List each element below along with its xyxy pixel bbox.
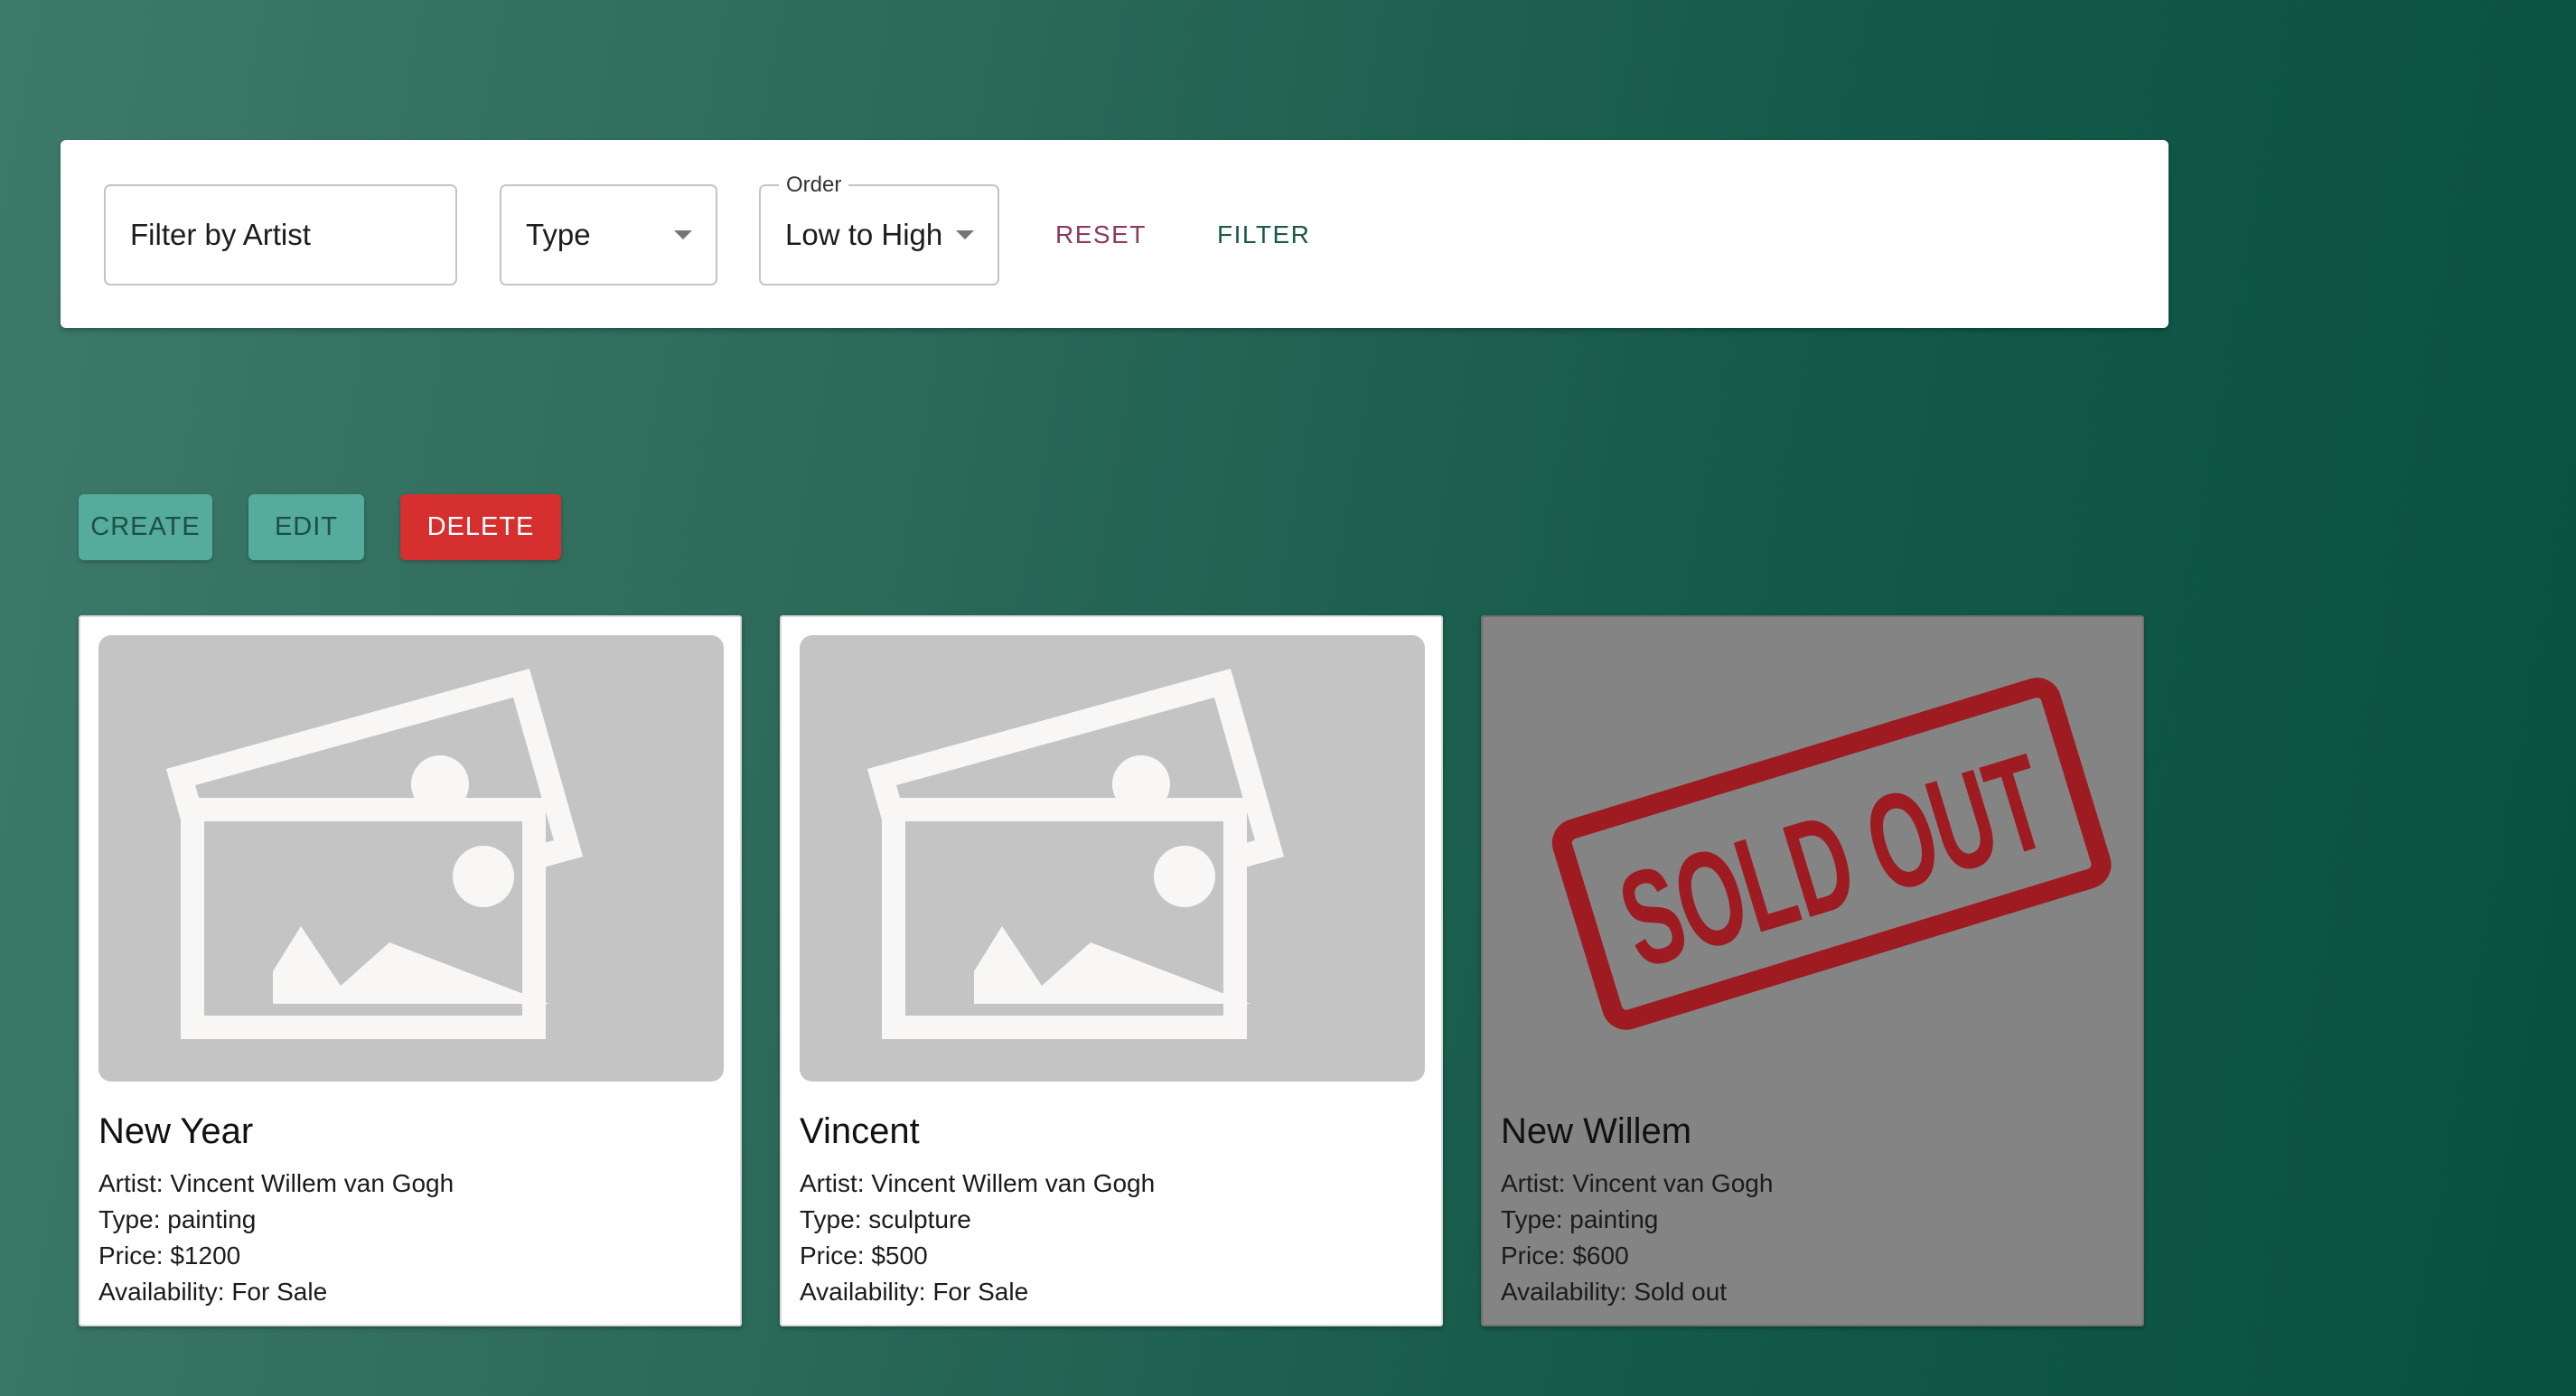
artwork-availability: Availability: For Sale — [98, 1278, 328, 1306]
reset-button[interactable]: RESET — [1055, 212, 1147, 258]
artwork-availability: Availability: For Sale — [800, 1278, 1029, 1306]
artwork-image — [800, 635, 1425, 1082]
artwork-title: Vincent — [800, 1111, 920, 1151]
artwork-card[interactable]: Vincent Artist: Vincent Willem van Gogh … — [780, 615, 1443, 1326]
edit-button[interactable]: EDIT — [248, 494, 364, 560]
artwork-title: New Year — [98, 1111, 254, 1151]
filter-button[interactable]: FILTER — [1217, 212, 1310, 258]
artwork-price: Price: $500 — [800, 1241, 928, 1270]
artwork-artist: Artist: Vincent van Gogh — [1501, 1169, 1774, 1197]
sold-out-image: SOLD OUT — [1501, 635, 2126, 1082]
chevron-down-icon — [956, 230, 974, 239]
artwork-title: New Willem — [1501, 1111, 1692, 1151]
artwork-artist: Artist: Vincent Willem van Gogh — [800, 1169, 1156, 1197]
sold-out-stamp: SOLD OUT — [1551, 678, 2112, 1030]
order-select-legend: Order — [779, 173, 849, 198]
order-select-value: Low to High — [785, 218, 943, 251]
artwork-type: Type: painting — [98, 1205, 257, 1233]
artwork-type: Type: sculpture — [800, 1205, 971, 1233]
artwork-artist: Artist: Vincent Willem van Gogh — [98, 1169, 454, 1197]
type-select-label: Type — [526, 218, 591, 251]
filter-bar: Filter by Artist Type Order Low to High … — [61, 140, 2169, 328]
artwork-price: Price: $600 — [1501, 1241, 1629, 1270]
artwork-type: Type: painting — [1501, 1205, 1659, 1233]
artwork-card[interactable]: New Year Artist: Vincent Willem van Gogh… — [79, 615, 742, 1326]
artwork-price: Price: $1200 — [98, 1241, 241, 1270]
image-placeholder-icon — [866, 669, 1285, 1039]
image-placeholder-icon — [165, 669, 584, 1039]
artwork-card-sold-out[interactable]: SOLD OUT New Willem Artist: Vincent van … — [1481, 615, 2144, 1326]
order-select[interactable]: Order Low to High — [759, 173, 999, 286]
artist-filter-input[interactable]: Filter by Artist — [104, 184, 457, 286]
delete-button[interactable]: DELETE — [400, 494, 561, 560]
chevron-down-icon — [674, 230, 692, 239]
artist-filter-placeholder: Filter by Artist — [130, 218, 311, 251]
artwork-availability: Availability: Sold out — [1501, 1278, 1728, 1306]
artwork-image — [98, 635, 724, 1082]
type-select[interactable]: Type — [500, 184, 717, 286]
create-button[interactable]: CREATE — [79, 494, 212, 560]
